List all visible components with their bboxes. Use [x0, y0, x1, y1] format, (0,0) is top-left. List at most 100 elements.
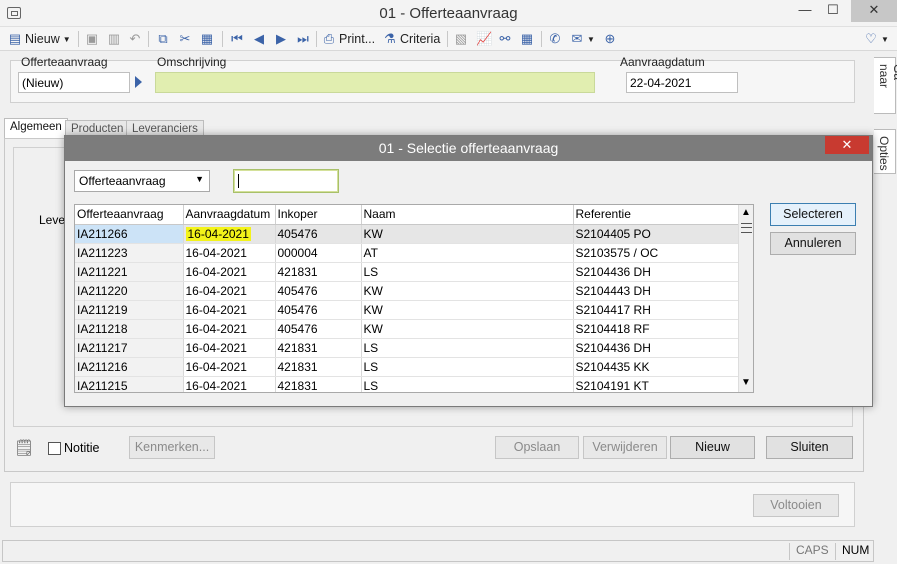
selecteren-button[interactable]: Selecteren	[770, 203, 856, 226]
heart-icon: ♡	[865, 31, 877, 46]
favorites-button[interactable]: ♡ ▼	[864, 29, 889, 49]
next-icon: ▶	[276, 31, 286, 46]
notitie-label: Notitie	[64, 441, 100, 455]
paste-icon: ▦	[200, 31, 214, 46]
table-cell: LS	[361, 357, 574, 377]
print-button[interactable]: ⎙ Print...	[322, 29, 375, 49]
offerte-field[interactable]: (Nieuw)	[18, 72, 130, 93]
chart-button[interactable]: 📈	[476, 29, 492, 49]
close-button[interactable]: ✕	[851, 0, 897, 22]
mail-button[interactable]: ✉ ▼	[570, 29, 595, 49]
copy-button[interactable]: ⧉	[156, 29, 170, 49]
table-cell: 421831	[275, 376, 362, 392]
voltooien-button[interactable]: Voltooien	[753, 494, 839, 517]
globe-icon: ⊕	[604, 31, 616, 46]
table-row[interactable]: IA211266 16-04-2021 405476 KW S2104405 PO	[75, 224, 739, 244]
lookup-arrow-icon[interactable]	[135, 76, 142, 88]
table-cell: IA211218	[75, 319, 184, 339]
scroll-thumb[interactable]	[741, 223, 752, 233]
binoculars-icon: ⚯	[499, 31, 511, 46]
table-row[interactable]: IA211221 16-04-2021 421831 LS S2104436 DH	[75, 262, 739, 282]
filter-icon: ⚗	[384, 31, 396, 46]
annuleren-button[interactable]: Annuleren	[770, 232, 856, 255]
last-icon: ⏭	[297, 31, 309, 46]
excel-button[interactable]: ▧	[454, 29, 468, 49]
nieuw-button[interactable]: Nieuw	[670, 436, 755, 459]
table-row[interactable]: IA211220 16-04-2021 405476 KW S2104443 DH	[75, 281, 739, 301]
side-tab-opties[interactable]: Opties	[874, 129, 896, 174]
table-cell: 16-04-2021	[183, 262, 276, 282]
criteria-label: Criteria	[400, 32, 441, 46]
first-icon: ⏮	[231, 31, 243, 46]
column-header[interactable]: Aanvraagdatum	[183, 205, 276, 225]
copy-icon: ⧉	[158, 31, 168, 46]
column-header[interactable]: Inkoper	[275, 205, 362, 225]
chevron-down-icon: ▼	[881, 34, 889, 44]
criteria-button[interactable]: ⚗ Criteria	[383, 29, 440, 49]
omschrijving-field[interactable]	[155, 72, 595, 93]
table-cell: 421831	[275, 262, 362, 282]
scroll-up-icon[interactable]: ▲	[741, 207, 751, 218]
side-tab-ga-naar[interactable]: Ga naar	[874, 57, 897, 114]
kenmerken-button[interactable]: Kenmerken...	[129, 436, 215, 459]
paste-button[interactable]: ▦	[200, 29, 214, 49]
table-cell: 405476	[275, 281, 362, 301]
table-row[interactable]: IA211219 16-04-2021 405476 KW S2104417 RH	[75, 300, 739, 320]
table-cell: IA211219	[75, 300, 184, 320]
tab-algemeen[interactable]: Algemeen	[4, 118, 68, 139]
delete-icon-button[interactable]: ▥	[107, 29, 121, 49]
save-icon-button[interactable]: ▣	[85, 29, 99, 49]
next-record-button[interactable]: ▶	[274, 29, 288, 49]
opslaan-button[interactable]: Opslaan	[495, 436, 579, 459]
table-cell: 405476	[275, 300, 362, 320]
table-cell: 16-04-2021	[183, 243, 276, 263]
phone-icon: ✆	[549, 31, 561, 46]
new-button[interactable]: ▤ Nieuw ▼	[8, 29, 71, 49]
table-cell: IA211220	[75, 281, 184, 301]
table-row[interactable]: IA211217 16-04-2021 421831 LS S2104436 DH	[75, 338, 739, 358]
last-record-button[interactable]: ⏭	[296, 29, 310, 49]
toolbar: ▤ Nieuw ▼ ▣ ▥ ↶ ⧉ ✂ ▦ ⏮ ◀ ▶ ⏭ ⎙ Print...…	[0, 27, 897, 51]
scroll-down-icon[interactable]: ▼	[741, 377, 751, 388]
table-cell: 16-04-2021	[183, 376, 276, 392]
table-row[interactable]: IA211215 16-04-2021 421831 LS S2104191 KT	[75, 376, 739, 392]
filter-dropdown[interactable]: Offerteaanvraag ▼	[74, 170, 210, 192]
note-icon[interactable]: 🗒	[14, 439, 34, 459]
table-cell: IA211217	[75, 338, 184, 358]
undo-button[interactable]: ↶	[128, 29, 142, 49]
table-cell: IA211215	[75, 376, 184, 392]
phone-button[interactable]: ✆	[548, 29, 562, 49]
save-icon: ▣	[85, 31, 99, 46]
table-cell: KW	[361, 281, 574, 301]
vertical-scrollbar[interactable]: ▲ ▼	[738, 205, 753, 392]
omschrijving-label: Omschrijving	[157, 55, 227, 69]
web-button[interactable]: ⊕	[603, 29, 617, 49]
column-header[interactable]: Referentie	[573, 205, 739, 225]
selection-dialog: 01 - Selectie offerteaanvraag ✕ Offertea…	[64, 135, 873, 407]
table-cell: IA211216	[75, 357, 184, 377]
cut-button[interactable]: ✂	[178, 29, 192, 49]
new-label: Nieuw	[25, 32, 60, 46]
filter-input[interactable]	[233, 169, 339, 193]
table-row[interactable]: IA211223 16-04-2021 000004 AT S2103575 / OC	[75, 243, 739, 263]
column-header[interactable]: Offerteaanvraag	[75, 205, 184, 225]
dialog-close-button[interactable]: ✕	[825, 136, 869, 154]
table-cell: 16-04-2021	[183, 281, 276, 301]
datum-field[interactable]: 22-04-2021	[626, 72, 738, 93]
search-button[interactable]: ⚯	[498, 29, 512, 49]
table-cell: S2104418 RF	[573, 319, 739, 339]
mail-icon: ✉	[571, 31, 583, 46]
maximize-button[interactable]: ☐	[818, 0, 848, 22]
first-record-button[interactable]: ⏮	[230, 29, 244, 49]
prev-record-button[interactable]: ◀	[252, 29, 266, 49]
table-row[interactable]: IA211218 16-04-2021 405476 KW S2104418 RF	[75, 319, 739, 339]
scissors-icon: ✂	[179, 31, 191, 46]
minimize-button[interactable]: —	[790, 0, 820, 22]
table-button[interactable]: ▦	[520, 29, 534, 49]
verwijderen-button[interactable]: Verwijderen	[583, 436, 667, 459]
sluiten-button[interactable]: Sluiten	[766, 436, 853, 459]
column-header[interactable]: Naam	[361, 205, 574, 225]
table-cell: 421831	[275, 338, 362, 358]
notitie-checkbox[interactable]	[48, 442, 61, 455]
table-row[interactable]: IA211216 16-04-2021 421831 LS S2104435 KK	[75, 357, 739, 377]
